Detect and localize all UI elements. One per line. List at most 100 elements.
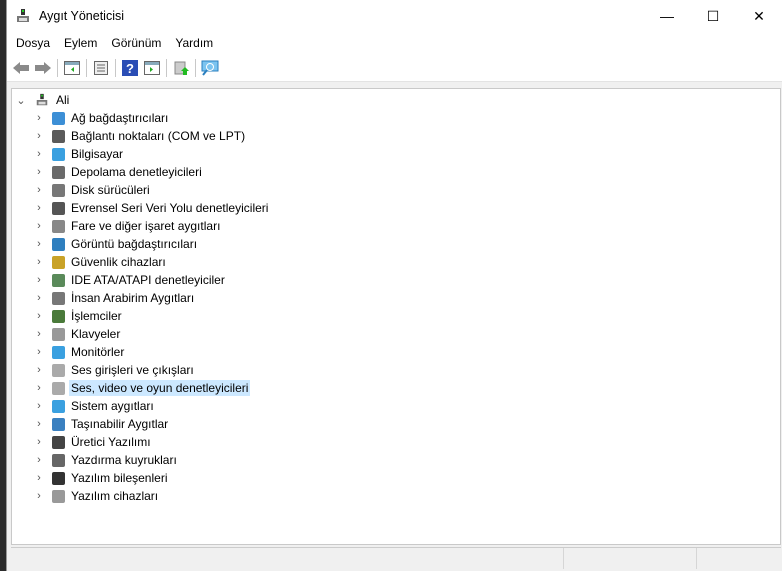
toolbar-separator <box>166 58 167 77</box>
network-adapter-icon <box>52 111 65 125</box>
tree-item-label: Ağ bağdaştırıcıları <box>71 111 169 125</box>
tree-item[interactable]: › İnsan Arabirim Aygıtları <box>32 289 196 307</box>
port-icon <box>52 129 65 143</box>
properties-button[interactable] <box>90 57 112 79</box>
device-manager-window: Aygıt Yöneticisi — ☐ ✕ Dosya Eylem Görün… <box>6 0 782 571</box>
chevron-right-icon[interactable]: › <box>32 202 46 214</box>
tree-item-label: Disk sürücüleri <box>71 183 150 197</box>
chevron-right-icon[interactable]: › <box>32 256 46 268</box>
tree-item[interactable]: › Bilgisayar <box>32 145 125 163</box>
status-pane <box>564 548 697 569</box>
tree-item-label: Ses girişleri ve çıkışları <box>71 363 194 377</box>
chevron-right-icon[interactable]: › <box>32 346 46 358</box>
help-icon: ? <box>122 59 138 76</box>
tree-item[interactable]: › Sistem aygıtları <box>32 397 156 415</box>
chevron-right-icon[interactable]: › <box>32 112 46 124</box>
tree-item-label: Evrensel Seri Veri Yolu denetleyicileri <box>71 201 269 215</box>
tree-item-label: Güvenlik cihazları <box>71 255 166 269</box>
chevron-down-icon[interactable]: ⌄ <box>14 94 28 107</box>
tree-item[interactable]: › Evrensel Seri Veri Yolu denetleyicileri <box>32 199 270 217</box>
chevron-right-icon[interactable]: › <box>32 274 46 286</box>
chevron-right-icon[interactable]: › <box>32 400 46 412</box>
mouse-icon <box>52 219 65 233</box>
show-hide-console-tree-button[interactable] <box>61 57 83 79</box>
tree-item[interactable]: › Yazılım bileşenleri <box>32 469 169 487</box>
toolbar-separator <box>195 58 196 77</box>
chevron-right-icon[interactable]: › <box>32 364 46 376</box>
tree-item[interactable]: › Monitörler <box>32 343 126 361</box>
tree-item-label: Yazdırma kuyrukları <box>71 453 177 467</box>
tree-item[interactable]: › Ses girişleri ve çıkışları <box>32 361 196 379</box>
chevron-right-icon[interactable]: › <box>32 220 46 232</box>
chevron-right-icon[interactable]: › <box>32 418 46 430</box>
tree-item[interactable]: › Yazılım cihazları <box>32 487 160 505</box>
tree-item[interactable]: › Yazdırma kuyrukları <box>32 451 179 469</box>
chevron-right-icon[interactable]: › <box>32 472 46 484</box>
menu-view[interactable]: Görünüm <box>104 36 168 50</box>
help-button[interactable]: ? <box>119 57 141 79</box>
computer-icon <box>52 147 65 161</box>
chevron-right-icon[interactable]: › <box>32 130 46 142</box>
tree-item[interactable]: › Klavyeler <box>32 325 122 343</box>
show-action-pane-button[interactable] <box>141 57 163 79</box>
menu-action[interactable]: Eylem <box>57 36 104 50</box>
chevron-right-icon[interactable]: › <box>32 184 46 196</box>
tree-item[interactable]: › Ağ bağdaştırıcıları <box>32 109 170 127</box>
disk-drive-icon <box>52 183 65 197</box>
tree-item-label: İnsan Arabirim Aygıtları <box>71 291 195 305</box>
tree-item[interactable]: › İşlemciler <box>32 307 124 325</box>
scan-hardware-button[interactable] <box>199 57 221 79</box>
chevron-right-icon[interactable]: › <box>32 490 46 502</box>
action-pane-icon <box>144 60 160 75</box>
tree-item[interactable]: › Güvenlik cihazları <box>32 253 168 271</box>
chevron-right-icon[interactable]: › <box>32 292 46 304</box>
chevron-right-icon[interactable]: › <box>32 166 46 178</box>
firmware-icon <box>52 435 65 449</box>
security-device-icon <box>52 255 65 269</box>
arrow-right-icon <box>35 61 51 74</box>
tree-item[interactable]: › Fare ve diğer işaret aygıtları <box>32 217 222 235</box>
chevron-right-icon[interactable]: › <box>32 148 46 160</box>
toolbar-separator <box>115 58 116 77</box>
svg-text:?: ? <box>126 61 134 76</box>
chevron-right-icon[interactable]: › <box>32 436 46 448</box>
tree-item[interactable]: › Üretici Yazılımı <box>32 433 153 451</box>
tree-item-label: Bağlantı noktaları (COM ve LPT) <box>71 129 246 143</box>
tree-item-label: IDE ATA/ATAPI denetleyiciler <box>71 273 225 287</box>
close-button[interactable]: ✕ <box>736 0 782 32</box>
tree-item-label: Ses, video ve oyun denetleyicileri <box>69 380 251 396</box>
tree-item-label: Görüntü bağdaştırıcıları <box>71 237 198 251</box>
chevron-right-icon[interactable]: › <box>32 454 46 466</box>
device-tree[interactable]: ⌄ Ali › Ağ bağdaştırıcıları › Bağlantı nokt… <box>11 88 781 545</box>
menu-file[interactable]: Dosya <box>9 36 57 50</box>
chevron-right-icon[interactable]: › <box>32 310 46 322</box>
tree-item[interactable]: › Taşınabilir Aygıtlar <box>32 415 170 433</box>
tree-item[interactable]: › Disk sürücüleri <box>32 181 152 199</box>
tree-item[interactable]: › Ses, video ve oyun denetleyicileri <box>32 379 251 397</box>
tree-root[interactable]: ⌄ Ali <box>14 91 71 109</box>
update-driver-button[interactable] <box>170 57 192 79</box>
tree-item[interactable]: › Bağlantı noktaları (COM ve LPT) <box>32 127 247 145</box>
chevron-right-icon[interactable]: › <box>32 382 46 394</box>
tree-item[interactable]: › Depolama denetleyicileri <box>32 163 204 181</box>
toolbar: ? <box>7 54 782 82</box>
menu-help[interactable]: Yardım <box>168 36 220 50</box>
tree-item-label: Yazılım bileşenleri <box>71 471 168 485</box>
usb-icon <box>52 201 65 215</box>
tree-item-label: Üretici Yazılımı <box>71 435 151 449</box>
maximize-button[interactable]: ☐ <box>690 0 736 32</box>
tree-item-label: Fare ve diğer işaret aygıtları <box>71 219 221 233</box>
minimize-button[interactable]: — <box>644 0 690 32</box>
tree-item[interactable]: › Görüntü bağdaştırıcıları <box>32 235 199 253</box>
storage-controller-icon <box>52 165 65 179</box>
forward-button[interactable] <box>32 57 54 79</box>
chevron-right-icon[interactable]: › <box>32 328 46 340</box>
chevron-right-icon[interactable]: › <box>32 238 46 250</box>
title-bar: Aygıt Yöneticisi — ☐ ✕ <box>7 0 782 32</box>
system-device-icon <box>52 399 65 413</box>
processor-icon <box>52 309 65 323</box>
console-tree-icon <box>64 60 80 75</box>
tree-item[interactable]: › IDE ATA/ATAPI denetleyiciler <box>32 271 227 289</box>
keyboard-icon <box>52 327 65 341</box>
back-button[interactable] <box>10 57 32 79</box>
